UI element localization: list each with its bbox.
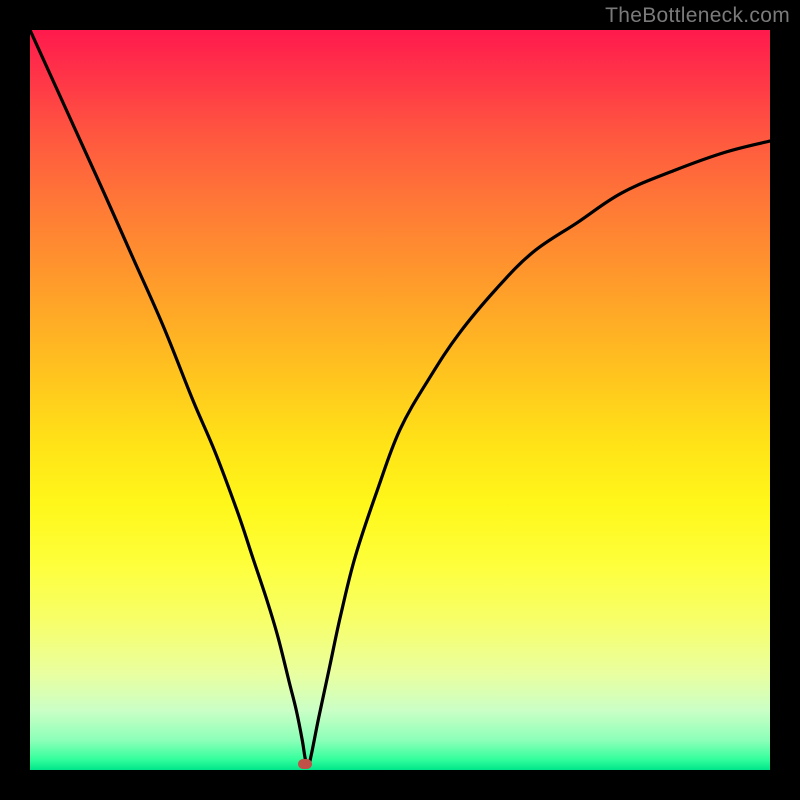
chart-frame: TheBottleneck.com	[0, 0, 800, 800]
plot-area	[30, 30, 770, 770]
watermark-text: TheBottleneck.com	[605, 4, 790, 28]
optimum-marker	[298, 759, 312, 769]
bottleneck-curve	[30, 30, 770, 766]
curve-svg	[30, 30, 770, 770]
